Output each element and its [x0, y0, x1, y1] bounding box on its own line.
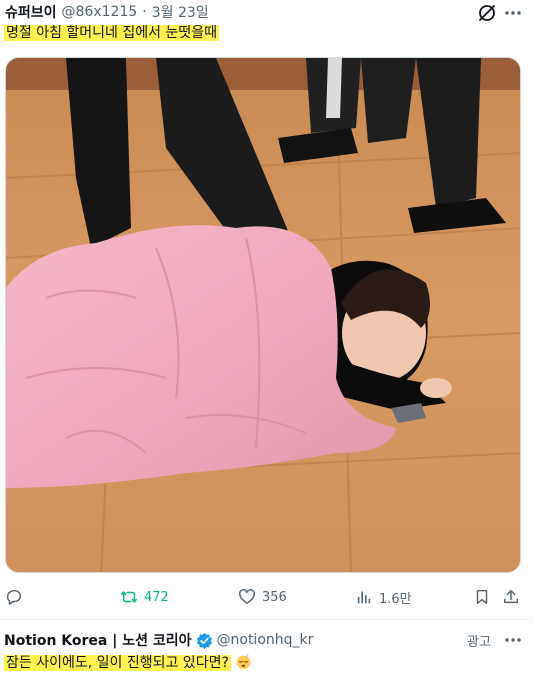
- reply-icon: [6, 589, 21, 605]
- retweet-button[interactable]: 472: [120, 584, 169, 610]
- bar-chart-icon: [357, 591, 371, 604]
- share-button[interactable]: [502, 584, 520, 610]
- ad-header: Notion Korea | 노션 코리아 @notionhq_kr: [4, 630, 313, 650]
- tweet-photo[interactable]: [5, 57, 521, 573]
- retweet-icon: [121, 591, 137, 603]
- bookmark-icon: [476, 589, 488, 605]
- more-icon[interactable]: [503, 3, 523, 23]
- retweet-count: 472: [144, 589, 169, 605]
- ad-text-content: 잠든 사이에도, 일이 진행되고 있다면?: [4, 655, 231, 671]
- tweet-header: 슈퍼브이 @86x1215 · 3월 23일: [5, 2, 209, 22]
- tweet-text-content: 명절 아침 할머니네 집에서 눈떳을때: [4, 25, 219, 41]
- tweet-actions: 472 356 1.6만: [0, 584, 533, 610]
- ad-label: 광고: [467, 635, 491, 650]
- more-icon[interactable]: [503, 630, 523, 650]
- views-button[interactable]: 1.6만: [355, 584, 412, 610]
- ad-text: 잠든 사이에도, 일이 진행되고 있다면? z: [4, 653, 252, 673]
- author-handle[interactable]: @86x1215: [62, 4, 138, 20]
- tweet: 슈퍼브이 @86x1215 · 3월 23일 명절 아침 할머니네 집에서 눈떳…: [0, 0, 533, 620]
- heart-icon: [239, 589, 255, 605]
- ad-handle[interactable]: @notionhq_kr: [217, 632, 314, 648]
- like-count: 356: [262, 589, 287, 605]
- views-count: 1.6만: [379, 591, 412, 607]
- bookmark-button[interactable]: [473, 584, 491, 610]
- promoted-tweet: Notion Korea | 노션 코리아 @notionhq_kr 광고 잠든…: [0, 620, 533, 678]
- tweet-date[interactable]: 3월 23일: [152, 2, 209, 22]
- like-button[interactable]: 356: [238, 584, 287, 610]
- share-icon: [503, 589, 519, 604]
- ad-author-name[interactable]: Notion Korea | 노션 코리아: [4, 630, 192, 650]
- verified-badge-icon: [196, 632, 212, 649]
- reply-button[interactable]: [5, 584, 23, 610]
- meta-separator: ·: [142, 4, 147, 20]
- sleeping-face-icon: z: [236, 653, 251, 670]
- svg-text:z: z: [246, 653, 249, 659]
- photo-illustration: [6, 58, 520, 572]
- grok-icon[interactable]: [477, 3, 497, 23]
- tweet-text: 명절 아침 할머니네 집에서 눈떳을때: [4, 24, 219, 43]
- author-name[interactable]: 슈퍼브이: [5, 2, 57, 22]
